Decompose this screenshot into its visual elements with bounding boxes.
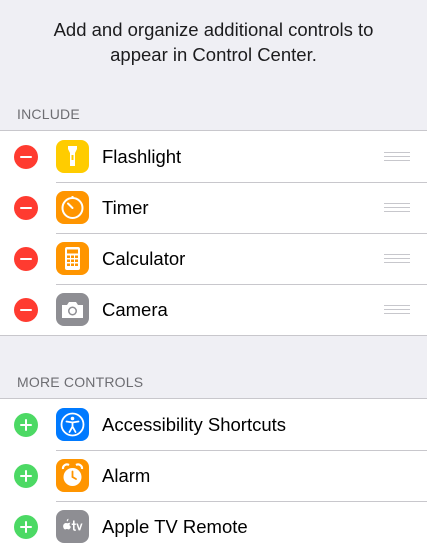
more-row-accessibility-shortcuts: Accessibility Shortcuts xyxy=(0,399,427,450)
more-row-alarm: Alarm xyxy=(0,450,427,501)
alarm-label: Alarm xyxy=(102,465,151,486)
calculator-icon xyxy=(56,242,89,275)
remove-flashlight-button[interactable] xyxy=(14,145,38,169)
reorder-handle-flashlight[interactable] xyxy=(384,151,410,162)
alarm-icon xyxy=(56,459,89,492)
more-row-apple-tv-remote: Apple TV Remote xyxy=(0,501,427,552)
add-apple-tv-remote-button[interactable] xyxy=(14,515,38,539)
flashlight-label: Flashlight xyxy=(102,146,182,167)
description-line-1: Add and organize additional controls to xyxy=(53,19,374,40)
description-line-2: appear in Control Center. xyxy=(110,44,317,65)
include-row-flashlight: Flashlight xyxy=(0,131,427,182)
reorder-handle-timer[interactable] xyxy=(384,202,410,213)
remove-calculator-button[interactable] xyxy=(14,247,38,271)
timer-icon xyxy=(56,191,89,224)
include-row-camera: Camera xyxy=(0,284,427,335)
include-section-label: INCLUDE xyxy=(17,106,80,122)
control-center-description: Add and organize additional controls to … xyxy=(0,17,427,67)
apple-tv-icon xyxy=(56,510,89,543)
include-list: Flashlight Timer Calculator Camera xyxy=(0,130,427,336)
accessibility-shortcuts-label: Accessibility Shortcuts xyxy=(102,414,287,435)
more-controls-section-label: MORE CONTROLS xyxy=(17,374,144,390)
calculator-label: Calculator xyxy=(102,248,186,269)
reorder-handle-calculator[interactable] xyxy=(384,253,410,264)
include-row-timer: Timer xyxy=(0,182,427,233)
remove-timer-button[interactable] xyxy=(14,196,38,220)
timer-label: Timer xyxy=(102,197,149,218)
camera-icon xyxy=(56,293,89,326)
accessibility-icon xyxy=(56,408,89,441)
add-alarm-button[interactable] xyxy=(14,464,38,488)
camera-label: Camera xyxy=(102,299,168,320)
more-controls-list: Accessibility Shortcuts Alarm Apple TV R… xyxy=(0,398,427,552)
reorder-handle-camera[interactable] xyxy=(384,304,410,315)
include-row-calculator: Calculator xyxy=(0,233,427,284)
flashlight-icon xyxy=(56,140,89,173)
add-accessibility-shortcuts-button[interactable] xyxy=(14,413,38,437)
remove-camera-button[interactable] xyxy=(14,298,38,322)
apple-tv-remote-label: Apple TV Remote xyxy=(102,516,248,537)
